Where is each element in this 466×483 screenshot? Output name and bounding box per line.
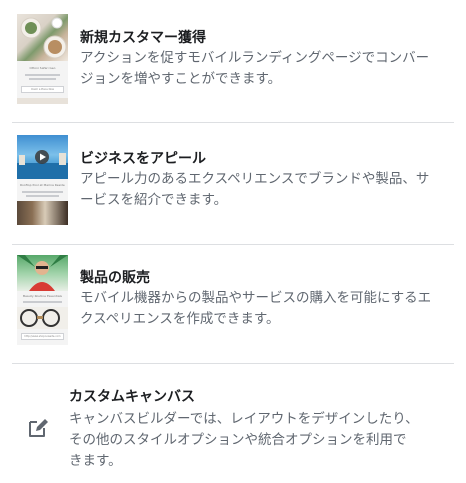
option-title: 新規カスタマー獲得 (80, 30, 206, 46)
option-new-customers[interactable]: Ottoni Safari Geo Claim a Place Now 新規カス… (0, 0, 466, 122)
option-description: アクションを促すモバイルランディングページでコンバージョンを増やすことができます… (80, 50, 430, 87)
thumbnail-new-customers: Ottoni Safari Geo Claim a Place Now (17, 14, 68, 104)
option-description: モバイル機器からの製品やサービスの購入を可能にするエクスペリエンスを作成できます… (80, 290, 432, 327)
edit-icon (29, 419, 48, 437)
thumb-caption: Beauty Routine Essentials (23, 294, 62, 298)
option-showcase-business[interactable]: Rooftop Pool at Marina Residences ビジネスをア… (0, 123, 466, 244)
option-sell-products[interactable]: Beauty Routine Essentials http://www.sho… (0, 245, 466, 363)
thumbnail-sell-products: Beauty Routine Essentials http://www.sho… (17, 255, 68, 345)
products-photo (17, 307, 68, 329)
food-photo (20, 17, 67, 59)
pool-photo (17, 150, 68, 179)
thumb-caption: Ottoni Safari Geo (29, 66, 56, 70)
option-title: ビジネスをアピール (80, 151, 206, 167)
option-title: カスタムキャンバス (69, 389, 195, 405)
thumb-button: http://www.shopnowsite.com (21, 333, 64, 340)
option-custom-canvas[interactable]: カスタムキャンバス キャンバスビルダーでは、レイアウトをデザインしたり、その他の… (0, 364, 466, 483)
canvas-template-list: Ottoni Safari Geo Claim a Place Now 新規カス… (0, 0, 466, 483)
thumb-caption: Rooftop Pool at Marina Residences (20, 183, 65, 187)
option-description: アピール力のあるエクスペリエンスでブランドや製品、サービスを紹介できます。 (80, 171, 430, 208)
thumbnail-showcase-business: Rooftop Pool at Marina Residences (17, 135, 68, 225)
option-description: キャンバスビルダーでは、レイアウトをデザインしたり、その他のスタイルオプションや… (69, 411, 419, 469)
thumb-button: Claim a Place Now (21, 86, 64, 93)
model-photo (17, 255, 68, 291)
option-title: 製品の販売 (80, 270, 150, 286)
